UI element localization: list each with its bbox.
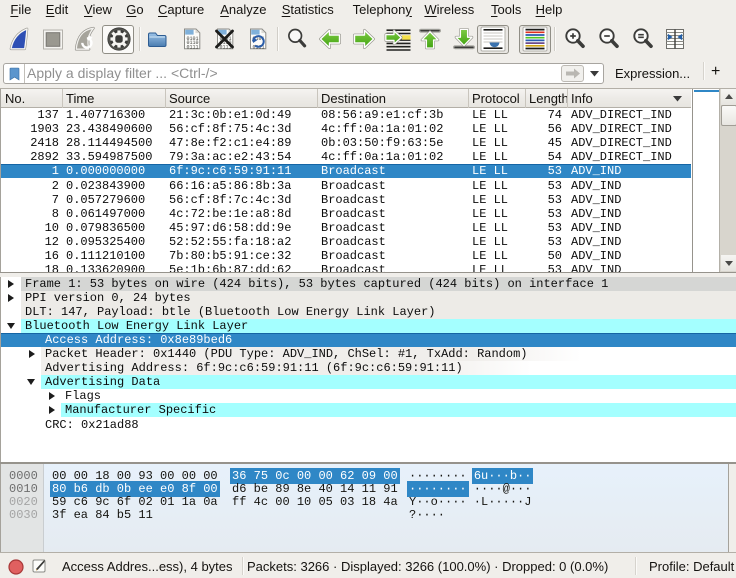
svg-text:0111: 0111 xyxy=(187,44,199,50)
